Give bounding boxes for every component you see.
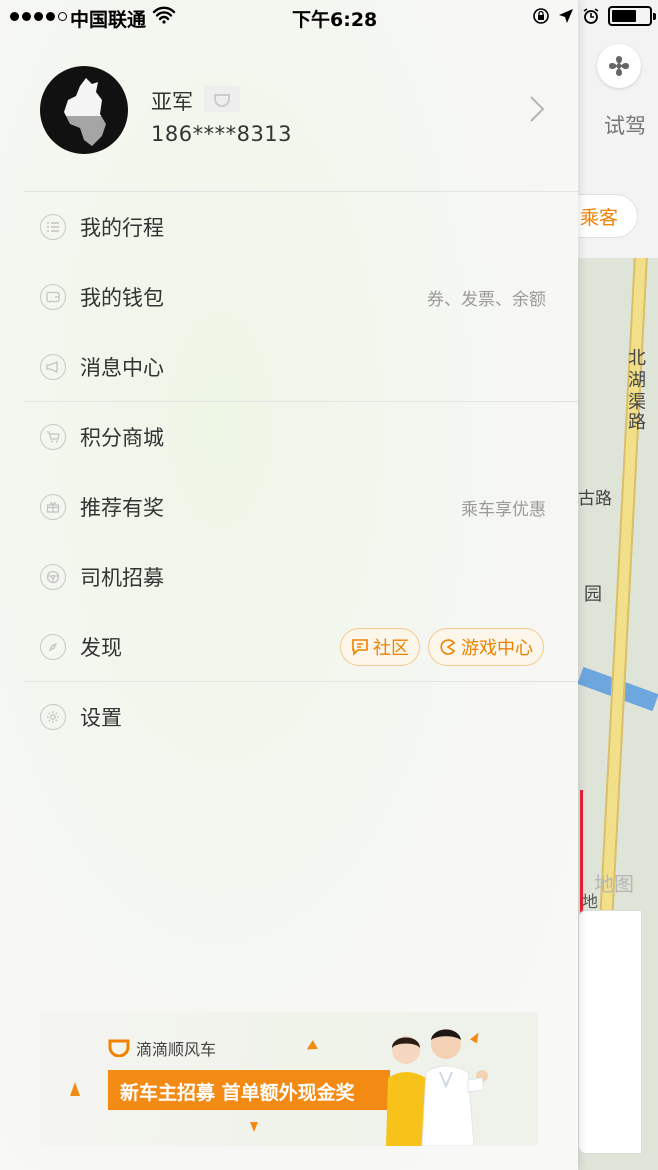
pacman-icon [440,639,456,655]
menu-hint-wallet: 券、发票、余额 [427,290,546,310]
map-background: 北 湖 渠 路 古路 园 地图 地 试驾 乘客 [578,0,658,1170]
user-name: 亚军 [151,90,193,114]
menu-label-points-mall: 积分商城 [80,426,164,450]
map-road-label-gulu: 古路 [578,489,612,509]
menu-label-referral: 推荐有奖 [80,496,164,520]
alarm-icon [583,8,599,24]
menu-item-wallet[interactable]: 我的钱包 券、发票、余额 [0,262,578,332]
didi-badge-icon [204,86,240,112]
menu-label-wallet: 我的钱包 [80,286,164,310]
community-icon [352,639,368,656]
decor-triangle [70,1082,80,1096]
banner-brand-label: 滴滴顺风车 [136,1040,217,1059]
decor-triangle [304,1040,318,1054]
clock: 下午6:28 [292,9,378,31]
test-drive-label[interactable]: 试驾 [604,110,646,140]
map-road-label-di: 地 [582,892,599,911]
cart-icon [40,424,66,450]
map-park-label: 园 [584,584,602,605]
game-center-button[interactable]: 游戏中心 [428,628,544,666]
menu-item-settings[interactable]: 设置 [0,682,578,752]
carpool-recruit-banner[interactable]: 滴滴顺风车 新车主招募 首单额外现金奖 [40,1012,538,1146]
banner-people-image [386,1029,488,1146]
fan-icon [609,56,629,76]
map-watermark: 地图 [594,872,634,896]
bottom-card[interactable] [578,910,642,1154]
gift-icon [40,494,66,520]
rotation-lock-icon [533,8,549,24]
steering-wheel-icon [40,564,66,590]
menu-label-driver-recruit: 司机招募 [80,566,164,590]
list-icon [40,214,66,240]
community-button[interactable]: 社区 [340,628,420,666]
user-phone: 186****8313 [151,122,293,146]
megaphone-icon [40,354,66,380]
menu-item-driver-recruit[interactable]: 司机招募 [0,542,578,612]
decor-triangle [250,1122,258,1132]
battery-icon [608,6,656,26]
menu-item-points-mall[interactable]: 积分商城 [0,402,578,472]
game-center-label: 游戏中心 [461,638,533,659]
chevron-right-icon[interactable] [528,94,546,128]
menu-item-trips[interactable]: 我的行程 [0,192,578,262]
fan-button[interactable] [597,44,641,88]
community-label: 社区 [373,638,409,659]
banner-brand: 滴滴顺风车 [108,1036,216,1060]
menu-item-messages[interactable]: 消息中心 [0,332,578,402]
menu-hint-referral: 乘车享优惠 [461,500,546,520]
menu-label-trips: 我的行程 [80,216,164,240]
menu-item-referral[interactable]: 推荐有奖 乘车享优惠 [0,472,578,542]
wallet-icon [40,284,66,310]
menu-label-discover: 发现 [80,636,122,660]
carrier-name: 中国联通 [70,9,147,31]
avatar[interactable] [40,66,128,154]
menu-item-discover[interactable]: 发现 社区 游戏中心 [0,612,578,682]
status-icons [532,6,656,26]
menu-label-messages: 消息中心 [80,356,164,380]
compass-icon [40,634,66,660]
status-bar: 中国联通 下午6:28 [0,0,658,34]
side-drawer: 亚军 186****8313 我的行程 我的钱包 券、发票、余额 消息中心 积分 [0,0,578,1170]
location-arrow-icon [559,9,573,23]
banner-headline: 新车主招募 首单额外现金奖 [120,1082,355,1104]
map-road-label-4: 路 [628,412,646,433]
gear-icon [40,704,66,730]
avatar-image [64,78,108,146]
passenger-label: 乘客 [580,207,619,229]
wifi-icon [152,6,176,29]
didi-logo-icon [108,1039,130,1057]
menu-label-settings: 设置 [80,706,122,730]
signal-strength-icon [10,12,67,21]
